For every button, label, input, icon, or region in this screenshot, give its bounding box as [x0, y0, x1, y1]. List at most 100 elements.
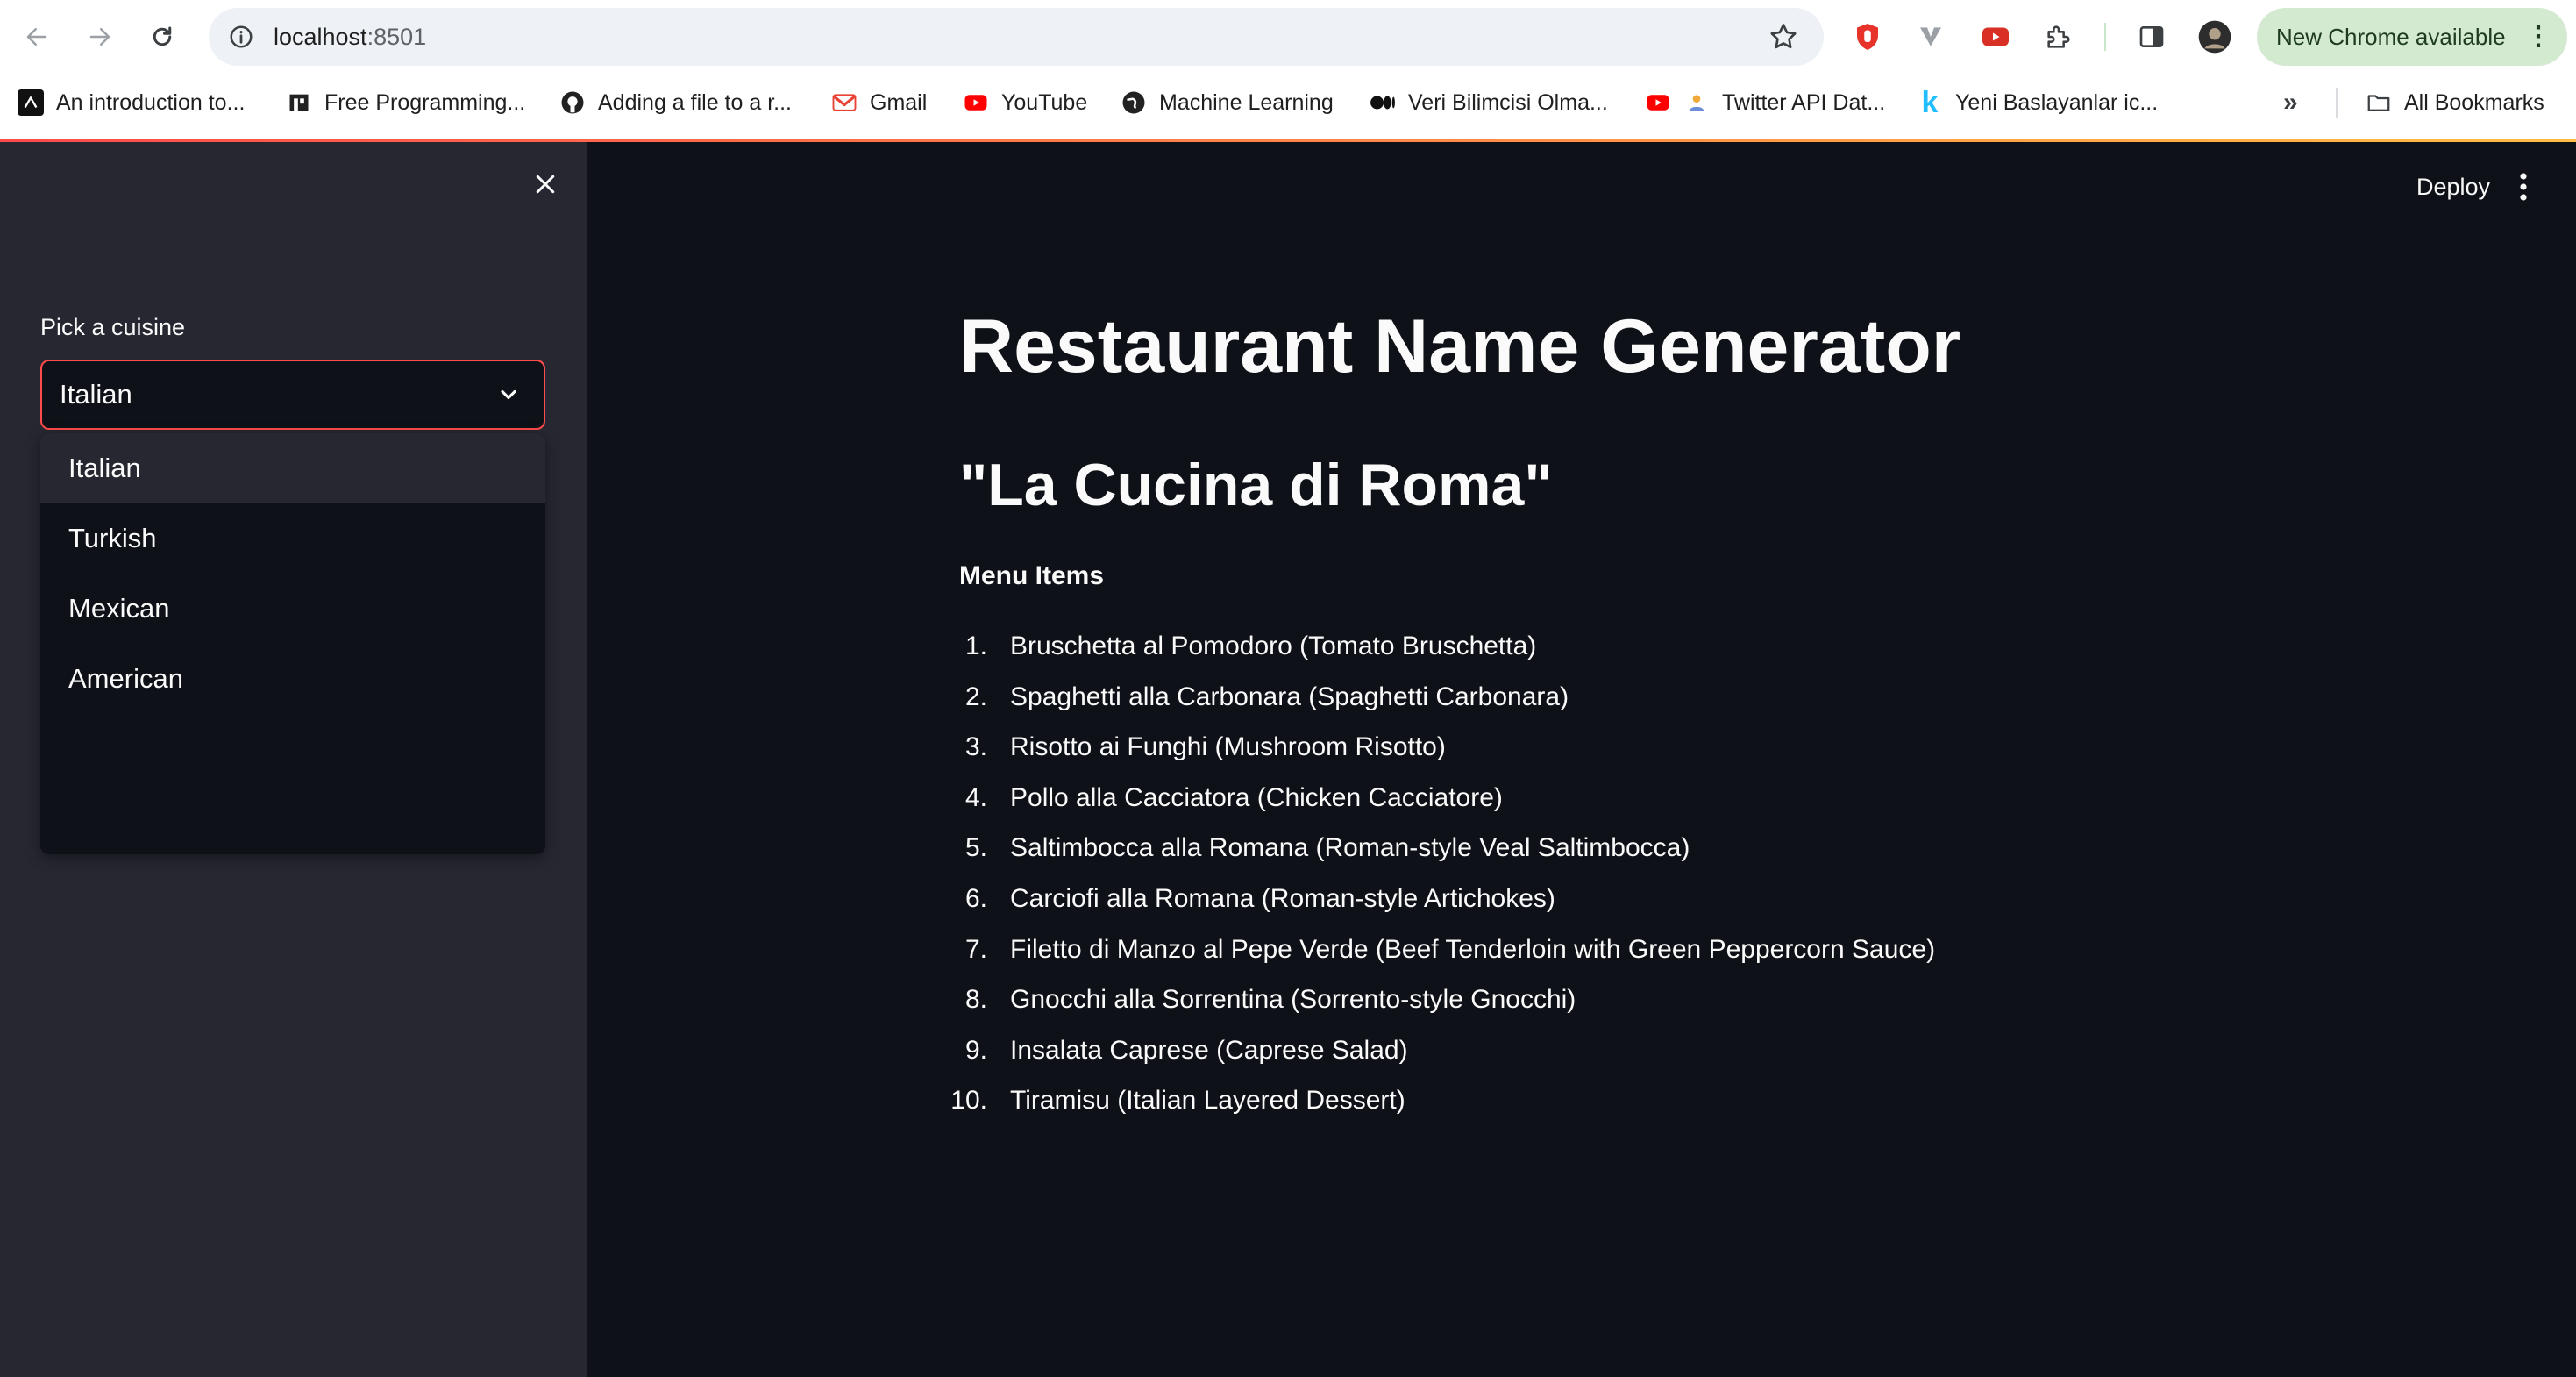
- list-item-number: 7.: [964, 934, 987, 964]
- list-item: 10. Tiramisu (Italian Layered Dessert): [938, 1075, 1935, 1126]
- folder-icon: [2366, 89, 2392, 116]
- toolbar-divider: [2104, 23, 2106, 51]
- dark-logo-icon: [18, 89, 44, 116]
- cuisine-select[interactable]: Italian: [40, 360, 545, 430]
- close-icon: [536, 175, 555, 194]
- bookmark-item[interactable]: Gmail: [831, 74, 927, 132]
- bookmarks-bar: An introduction to... Free Programming..…: [0, 74, 2576, 139]
- url-port: :8501: [366, 24, 427, 50]
- bookmark-label: Twitter API Dat...: [1722, 89, 1886, 115]
- kebab-menu-icon: [2520, 173, 2527, 201]
- new-chrome-available-button[interactable]: New Chrome available ⋮: [2257, 8, 2567, 66]
- list-item-text: Tiramisu (Italian Layered Dessert): [1010, 1086, 1405, 1116]
- sidebar: Pick a cuisine Italian Italian Turkish M…: [0, 142, 587, 1377]
- all-bookmarks-label: All Bookmarks: [2404, 89, 2544, 115]
- medium-icon: [1370, 89, 1396, 116]
- list-item-number: 10.: [950, 1086, 987, 1116]
- list-item-text: Spaghetti alla Carbonara (Spaghetti Carb…: [1010, 681, 1569, 711]
- youtube-icon: [1645, 89, 1671, 116]
- chrome-menu-icon: ⋮: [2525, 22, 2551, 51]
- bookmark-label: Free Programming...: [324, 89, 526, 115]
- list-item-text: Bruschetta al Pomodoro (Tomato Bruschett…: [1010, 631, 1537, 660]
- main-menu-button[interactable]: [2506, 165, 2541, 209]
- list-item-number: 4.: [964, 782, 987, 812]
- list-item-text: Pollo alla Cacciatora (Chicken Cacciator…: [1010, 782, 1503, 812]
- bookmark-item[interactable]: An introduction to...: [18, 74, 245, 132]
- menu-items-heading: Menu Items: [959, 561, 1105, 590]
- address-bar[interactable]: localhost:8501: [209, 8, 1824, 66]
- bookmark-label: Gmail: [870, 89, 928, 115]
- list-item-number: 1.: [964, 631, 987, 660]
- bookmark-label: YouTube: [1001, 89, 1088, 115]
- list-item-number: 5.: [964, 833, 987, 863]
- extension-youtube-icon[interactable]: [1976, 18, 2015, 56]
- k-icon: k: [1921, 85, 1939, 119]
- extension-v-icon[interactable]: [1911, 18, 1950, 56]
- arrow-left-icon: [26, 28, 47, 46]
- all-bookmarks-button[interactable]: All Bookmarks: [2366, 74, 2544, 132]
- bookmark-star-icon[interactable]: [1768, 21, 1799, 53]
- bookmark-label: Yeni Baslayanlar ic...: [1955, 89, 2159, 115]
- list-item-text: Saltimbocca alla Romana (Roman-style Vea…: [1010, 833, 1690, 863]
- restaurant-name-header: "La Cucina di Roma": [959, 452, 1553, 518]
- list-item-number: 3.: [964, 732, 987, 762]
- extension-shield-icon[interactable]: [1848, 18, 1887, 56]
- cuisine-option-american[interactable]: American: [40, 644, 545, 714]
- globe-icon: [1121, 89, 1147, 116]
- bookmark-label: Adding a file to a r...: [598, 89, 792, 115]
- url-text: localhost:8501: [274, 8, 426, 66]
- bookmark-label: Veri Bilimcisi Olma...: [1408, 89, 1608, 115]
- more-bookmarks-icon[interactable]: »: [2283, 74, 2298, 132]
- reload-button[interactable]: [143, 18, 181, 56]
- side-panel-icon[interactable]: [2132, 18, 2171, 56]
- bookmark-item[interactable]: Veri Bilimcisi Olma...: [1370, 74, 1608, 132]
- list-item: 1. Bruschetta al Pomodoro (Tomato Brusche…: [938, 621, 1935, 672]
- extensions-puzzle-icon[interactable]: [2039, 18, 2078, 56]
- bookmark-label: Machine Learning: [1159, 89, 1334, 115]
- bookmark-item[interactable]: Adding a file to a r...: [559, 74, 792, 132]
- arrow-right-icon: [89, 28, 110, 46]
- list-item: 5. Saltimbocca alla Romana (Roman-style V…: [938, 823, 1935, 874]
- list-item: 2. Spaghetti alla Carbonara (Spaghetti Ca…: [938, 672, 1935, 723]
- list-item-number: 2.: [964, 681, 987, 711]
- back-button[interactable]: [18, 18, 56, 56]
- cuisine-option-italian[interactable]: Italian: [40, 433, 545, 503]
- cuisine-select-label: Pick a cuisine: [40, 314, 186, 340]
- list-item-number: 6.: [964, 883, 987, 913]
- url-host: localhost: [274, 24, 367, 50]
- list-item-text: Insalata Caprese (Caprese Salad): [1010, 1035, 1408, 1065]
- list-item-text: Risotto ai Funghi (Mushroom Risotto): [1010, 732, 1446, 762]
- new-chrome-label: New Chrome available: [2276, 23, 2506, 50]
- cuisine-option-mexican[interactable]: Mexican: [40, 574, 545, 644]
- close-sidebar-button[interactable]: [526, 165, 565, 203]
- bookmark-item[interactable]: k Yeni Baslayanlar ic...: [1917, 74, 2159, 132]
- building-icon: [286, 89, 312, 116]
- list-item: 4. Pollo alla Cacciatora (Chicken Cacciat…: [938, 773, 1935, 824]
- list-item-number: 9.: [964, 1035, 987, 1065]
- list-item: 3. Risotto ai Funghi (Mushroom Risotto): [938, 722, 1935, 773]
- menu-items-list: 1. Bruschetta al Pomodoro (Tomato Brusche…: [938, 621, 1935, 1126]
- page-title: Restaurant Name Generator: [959, 304, 1961, 389]
- github-icon: [559, 89, 586, 116]
- forward-button[interactable]: [81, 18, 119, 56]
- cuisine-option-turkish[interactable]: Turkish: [40, 503, 545, 574]
- list-item-number: 8.: [964, 985, 987, 1015]
- bookmark-item[interactable]: Free Programming...: [286, 74, 525, 132]
- gmail-icon: [831, 89, 857, 116]
- bookmark-item[interactable]: YouTube: [963, 74, 1087, 132]
- main-content: Deploy Restaurant Name Generator "La Cuc…: [587, 142, 2576, 1377]
- list-item-text: Carciofi alla Romana (Roman-style Artich…: [1010, 883, 1555, 913]
- bookmark-item[interactable]: Machine Learning: [1121, 74, 1334, 132]
- list-item: 8. Gnocchi alla Sorrentina (Sorrento-styl…: [938, 974, 1935, 1025]
- browser-toolbar: localhost:8501 New Chrome available ⋮: [0, 0, 2576, 74]
- reload-icon: [153, 26, 172, 46]
- list-item-text: Gnocchi alla Sorrentina (Sorrento-style …: [1010, 985, 1576, 1015]
- bookmark-item[interactable]: Twitter API Dat...: [1645, 74, 1885, 132]
- site-info-icon[interactable]: [224, 20, 258, 54]
- youtube-icon: [963, 89, 989, 116]
- profile-avatar[interactable]: [2195, 18, 2234, 56]
- deploy-button[interactable]: Deploy: [2416, 165, 2490, 209]
- list-item: 6. Carciofi alla Romana (Roman-style Arti…: [938, 874, 1935, 924]
- list-item: 7. Filetto di Manzo al Pepe Verde (Beef T…: [938, 924, 1935, 975]
- cuisine-select-value: Italian: [60, 379, 132, 410]
